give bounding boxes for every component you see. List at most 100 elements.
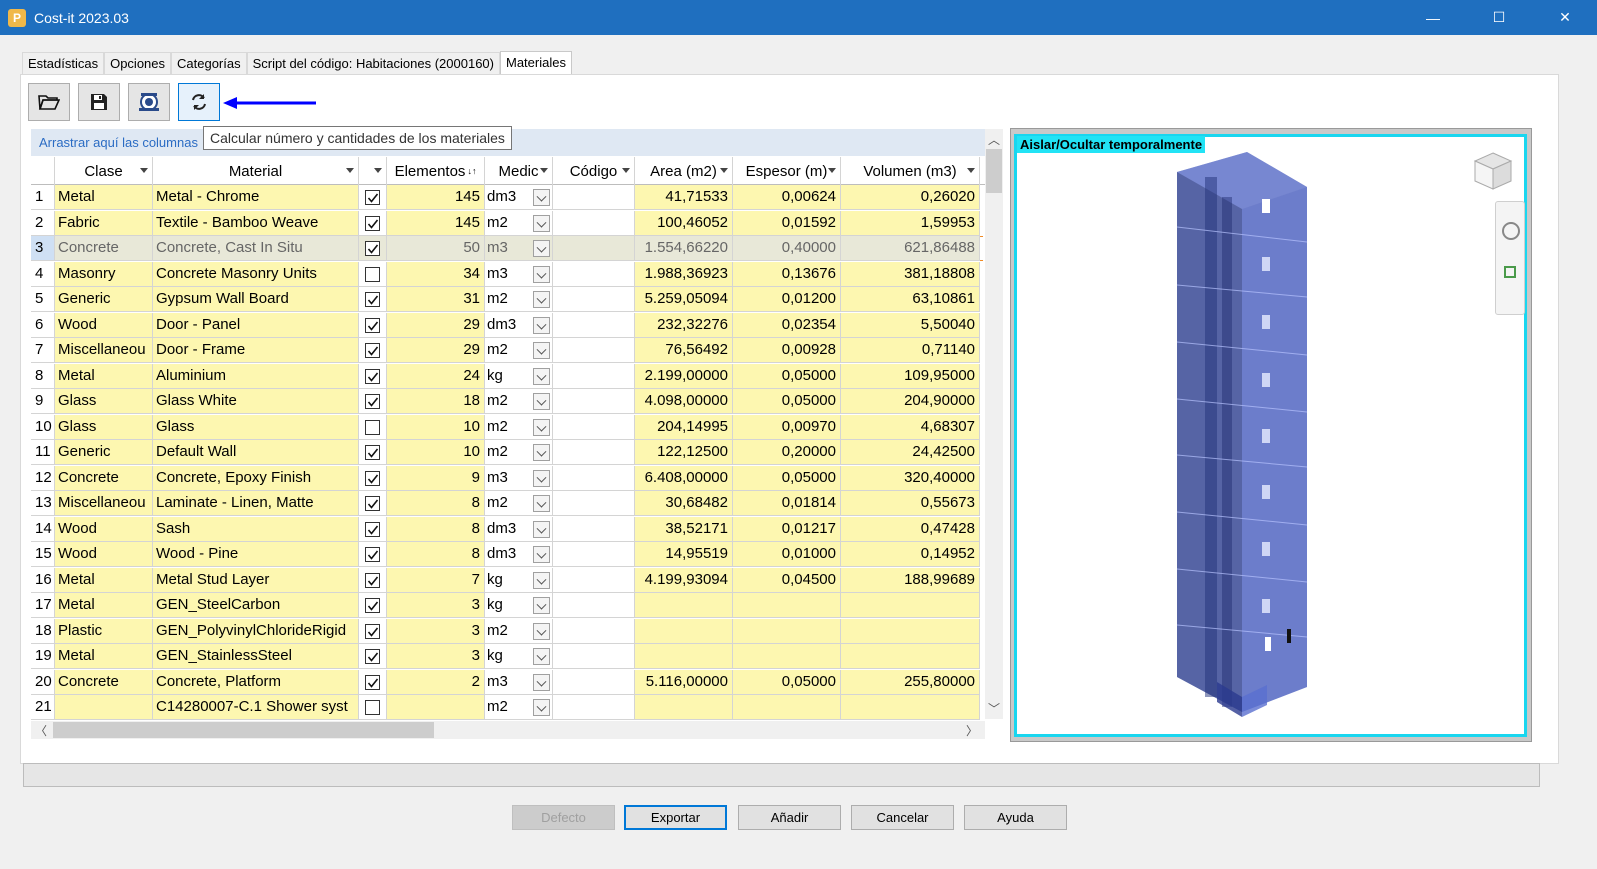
table-row[interactable]: 7 Miscellaneou Door - Frame 29 m2 76,56492 0,0…: [31, 338, 1003, 363]
cell-area[interactable]: 2.199,00000: [635, 363, 733, 389]
row-number[interactable]: 6: [31, 312, 55, 338]
ayuda-button[interactable]: Ayuda: [964, 805, 1067, 830]
cell-clase[interactable]: Concrete: [55, 236, 153, 261]
cell-elementos[interactable]: 31: [387, 287, 485, 312]
cell-check[interactable]: [359, 465, 387, 491]
cell-espesor[interactable]: [733, 593, 841, 618]
cell-area[interactable]: 41,71533: [635, 185, 733, 210]
include-checkbox[interactable]: [365, 419, 380, 435]
cell-clase[interactable]: [55, 695, 153, 720]
cell-codigo[interactable]: [553, 516, 635, 542]
cell-elementos[interactable]: 10: [387, 414, 485, 440]
cell-volumen[interactable]: 0,71140: [841, 338, 980, 363]
cell-espesor[interactable]: [733, 695, 841, 720]
filter-dropdown-icon[interactable]: [346, 168, 354, 173]
anadir-button[interactable]: Añadir: [738, 805, 841, 830]
cell-material[interactable]: Concrete, Epoxy Finish: [153, 465, 359, 491]
column-header-area[interactable]: Area (m2): [635, 157, 733, 185]
cell-area[interactable]: 232,32276: [635, 312, 733, 338]
medic-dropdown-icon[interactable]: [533, 495, 550, 512]
cell-material[interactable]: Glass: [153, 414, 359, 440]
filter-dropdown-icon[interactable]: [720, 168, 728, 173]
cell-check[interactable]: [359, 618, 387, 644]
cell-elementos[interactable]: 3: [387, 593, 485, 618]
table-row[interactable]: 3 Concrete Concrete, Cast In Situ 50 m3 1.554…: [31, 236, 1003, 261]
cell-codigo[interactable]: [553, 695, 635, 720]
cell-medic[interactable]: dm3: [485, 516, 553, 542]
cell-area[interactable]: 4.098,00000: [635, 389, 733, 414]
medic-dropdown-icon[interactable]: [533, 189, 550, 206]
cell-medic[interactable]: m2: [485, 695, 553, 720]
tab-script-codigo[interactable]: Script del código: Habitaciones (2000160…: [246, 52, 500, 74]
column-header-clase[interactable]: Clase: [55, 157, 153, 185]
cell-espesor[interactable]: 0,02354: [733, 312, 841, 338]
cell-espesor[interactable]: 0,04500: [733, 567, 841, 593]
cell-medic[interactable]: m2: [485, 440, 553, 465]
row-number[interactable]: 7: [31, 338, 55, 363]
cell-codigo[interactable]: [553, 542, 635, 567]
cell-clase[interactable]: Miscellaneou: [55, 491, 153, 516]
cell-espesor[interactable]: 0,05000: [733, 465, 841, 491]
cell-material[interactable]: Laminate - Linen, Matte: [153, 491, 359, 516]
cell-material[interactable]: Glass White: [153, 389, 359, 414]
cell-medic[interactable]: m2: [485, 618, 553, 644]
cell-material[interactable]: Door - Frame: [153, 338, 359, 363]
cell-elementos[interactable]: 50: [387, 236, 485, 261]
medic-dropdown-icon[interactable]: [533, 673, 550, 691]
table-row[interactable]: 16 Metal Metal Stud Layer 7 kg 4.199,93094 0,0…: [31, 567, 1003, 593]
cell-area[interactable]: 5.116,00000: [635, 669, 733, 695]
table-row[interactable]: 14 Wood Sash 8 dm3 38,52171 0,01217 0,47428: [31, 516, 1003, 542]
cell-elementos[interactable]: 29: [387, 312, 485, 338]
cell-codigo[interactable]: [553, 338, 635, 363]
cell-clase[interactable]: Generic: [55, 287, 153, 312]
row-number[interactable]: 10: [31, 414, 55, 440]
include-checkbox[interactable]: [365, 470, 380, 486]
cell-volumen[interactable]: 320,40000: [841, 465, 980, 491]
row-number[interactable]: 3: [31, 236, 55, 261]
table-row[interactable]: 13 Miscellaneou Laminate - Linen, Matte 8 m2…: [31, 491, 1003, 516]
cell-elementos[interactable]: 7: [387, 567, 485, 593]
cell-espesor[interactable]: 0,01592: [733, 210, 841, 236]
table-row[interactable]: 9 Glass Glass White 18 m2 4.098,00000 0,05000 2…: [31, 389, 1003, 414]
table-row[interactable]: 5 Generic Gypsum Wall Board 31 m2 5.259,05094…: [31, 287, 1003, 312]
cell-check[interactable]: [359, 312, 387, 338]
cell-medic[interactable]: m3: [485, 669, 553, 695]
medic-dropdown-icon[interactable]: [533, 214, 550, 232]
column-header-elementos[interactable]: Elementos ↓↑: [387, 157, 485, 185]
cell-espesor[interactable]: 0,20000: [733, 440, 841, 465]
cell-codigo[interactable]: [553, 414, 635, 440]
model-viewer[interactable]: [1014, 134, 1527, 737]
medic-dropdown-icon[interactable]: [533, 546, 550, 563]
include-checkbox[interactable]: [365, 368, 380, 384]
cell-area[interactable]: 100,46052: [635, 210, 733, 236]
cell-material[interactable]: GEN_SteelCarbon: [153, 593, 359, 618]
include-checkbox[interactable]: [365, 343, 380, 358]
cell-check[interactable]: [359, 287, 387, 312]
cell-material[interactable]: Wood - Pine: [153, 542, 359, 567]
cell-volumen[interactable]: 24,42500: [841, 440, 980, 465]
medic-dropdown-icon[interactable]: [533, 418, 550, 436]
table-row[interactable]: 17 Metal GEN_SteelCarbon 3 kg: [31, 593, 1003, 618]
cell-area[interactable]: [635, 695, 733, 720]
cell-check[interactable]: [359, 210, 387, 236]
cell-elementos[interactable]: 8: [387, 491, 485, 516]
cell-volumen[interactable]: 204,90000: [841, 389, 980, 414]
save-button[interactable]: [78, 83, 120, 121]
cell-volumen[interactable]: 0,14952: [841, 542, 980, 567]
row-number[interactable]: 4: [31, 261, 55, 287]
cell-volumen[interactable]: 4,68307: [841, 414, 980, 440]
cell-medic[interactable]: m2: [485, 287, 553, 312]
filter-dropdown-icon[interactable]: [374, 168, 382, 173]
scroll-up-icon[interactable]: ︿: [988, 131, 1000, 148]
cell-medic[interactable]: dm3: [485, 185, 553, 210]
table-row[interactable]: 11 Generic Default Wall 10 m2 122,12500 0,2000…: [31, 440, 1003, 465]
cell-area[interactable]: 30,68482: [635, 491, 733, 516]
medic-dropdown-icon[interactable]: [533, 469, 550, 487]
cell-codigo[interactable]: [553, 644, 635, 669]
table-row[interactable]: 19 Metal GEN_StainlessSteel 3 kg: [31, 644, 1003, 669]
table-row[interactable]: 4 Masonry Concrete Masonry Units 34 m3 1.988,…: [31, 261, 1003, 287]
cell-area[interactable]: [635, 644, 733, 669]
cell-codigo[interactable]: [553, 312, 635, 338]
cell-check[interactable]: [359, 593, 387, 618]
minimize-button[interactable]: —: [1410, 0, 1456, 35]
